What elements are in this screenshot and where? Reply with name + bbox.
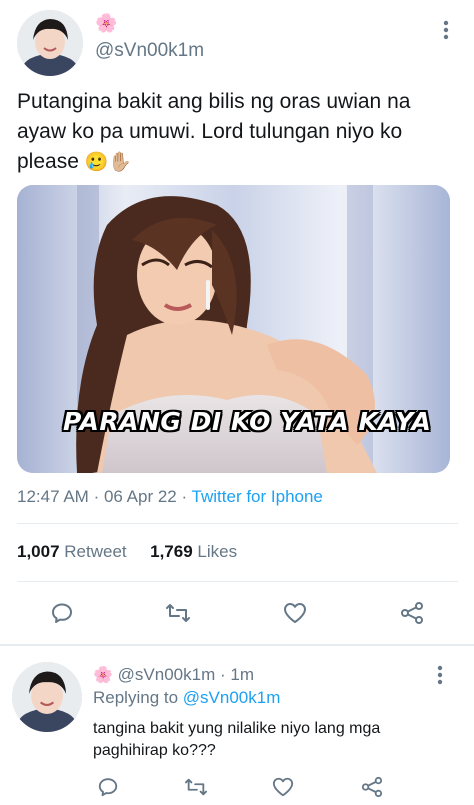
reply-reply-icon[interactable]	[90, 769, 126, 805]
divider	[0, 644, 474, 646]
reply-retweet-icon[interactable]	[178, 769, 214, 805]
reply-more-vertical-icon[interactable]	[425, 660, 455, 690]
tweet-time: 12:47 AM	[17, 487, 89, 506]
like-count: 1,769	[150, 542, 193, 561]
meta-separator: ·	[219, 665, 231, 684]
share-icon[interactable]	[394, 595, 430, 631]
reply-icon[interactable]	[44, 595, 80, 631]
meta-separator: ·	[181, 487, 192, 506]
author-badge-icon: 🌸	[95, 13, 118, 33]
retweet-count: 1,007	[17, 542, 60, 561]
divider	[17, 523, 458, 524]
reply-time-ago: 1m	[230, 665, 254, 684]
tweet-meta: 12:47 AM · 06 Apr 22 · Twitter for Iphon…	[17, 487, 323, 507]
retweet-stat[interactable]: 1,007 Retweet	[17, 542, 127, 561]
more-vertical-icon[interactable]	[431, 15, 461, 45]
tweet-date: 06 Apr 22	[103, 487, 177, 506]
tweet-source-link[interactable]: Twitter for Iphone	[192, 487, 323, 506]
tweet-emojis: 🥲✋🏼	[84, 151, 133, 173]
retweet-icon[interactable]	[160, 595, 196, 631]
tweet-stats: 1,007 Retweet 1,769 Likes	[17, 542, 237, 562]
reply-heart-icon[interactable]	[265, 769, 301, 805]
tweet-media-image[interactable]: PARANG DI KO YATA KAYA	[17, 185, 450, 473]
tweet-body: Putangina bakit ang bilis ng oras uwian …	[17, 90, 411, 173]
author-handle[interactable]: @sVn00k1m	[95, 40, 204, 62]
like-label: Likes	[197, 542, 238, 561]
reply-share-icon[interactable]	[354, 769, 390, 805]
reply-text: tangina bakit yung nilalike niyo lang mg…	[93, 720, 381, 759]
media-caption: PARANG DI KO YATA KAYA	[63, 407, 432, 436]
meta-separator: ·	[93, 487, 104, 506]
retweet-label: Retweet	[64, 542, 127, 561]
heart-icon[interactable]	[277, 595, 313, 631]
author-avatar[interactable]	[17, 10, 83, 76]
reply-author-handle[interactable]: @sVn00k1m	[118, 665, 216, 684]
replying-to-handle-link[interactable]: @sVn00k1m	[183, 688, 281, 707]
tweet-text: Putangina bakit ang bilis ng oras uwian …	[17, 87, 462, 177]
divider	[17, 581, 458, 582]
replying-to: Replying to @sVn00k1m	[93, 688, 280, 708]
reply-header: 🌸 @sVn00k1m · 1m	[93, 665, 254, 685]
reply-author-badge-icon: 🌸	[93, 667, 113, 684]
like-stat[interactable]: 1,769 Likes	[150, 542, 237, 561]
reply-author-avatar[interactable]	[12, 662, 82, 732]
replying-to-prefix: Replying to	[93, 688, 179, 707]
